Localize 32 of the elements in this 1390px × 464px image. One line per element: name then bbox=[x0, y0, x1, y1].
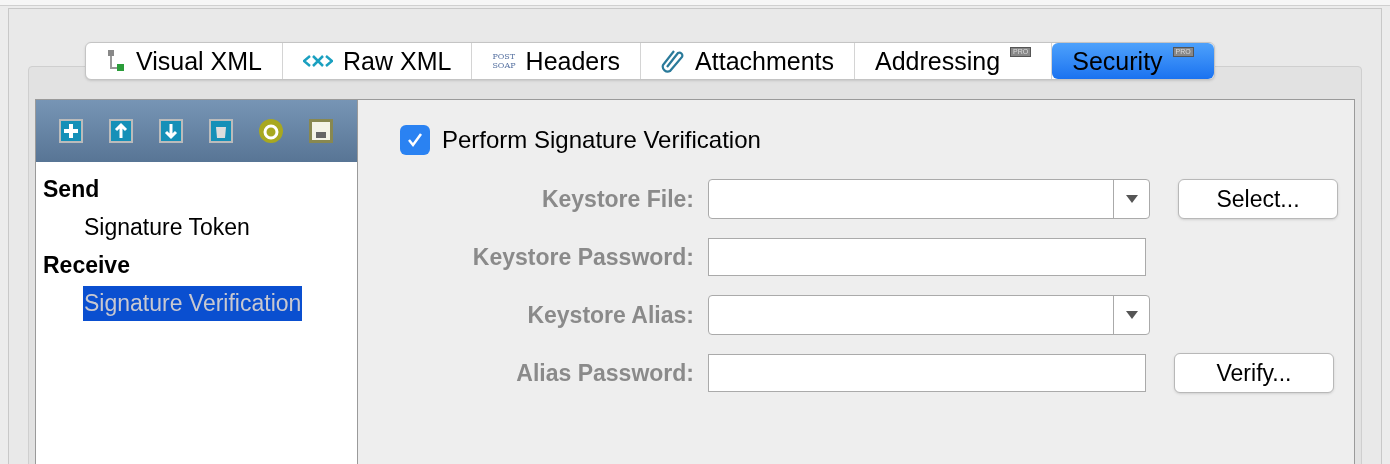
post-soap-icon: POST SOAP bbox=[492, 52, 516, 70]
tree-icon bbox=[106, 49, 126, 73]
input-field[interactable] bbox=[708, 354, 1146, 392]
refresh-icon[interactable] bbox=[258, 118, 284, 144]
checkbox[interactable] bbox=[400, 125, 430, 155]
field-label: Keystore File: bbox=[540, 184, 695, 214]
tree-item[interactable]: Signature Verification bbox=[83, 286, 303, 321]
checkbox-label: Perform Signature Verification bbox=[442, 125, 761, 155]
tree-group[interactable]: Send bbox=[36, 172, 357, 210]
tab[interactable]: Visual XML bbox=[86, 43, 283, 79]
dropdown[interactable] bbox=[708, 295, 1150, 335]
trash-icon[interactable] bbox=[208, 118, 234, 144]
down-arrow-icon[interactable] bbox=[158, 118, 184, 144]
tab[interactable]: Attachments bbox=[641, 43, 856, 79]
input-field[interactable] bbox=[708, 238, 1146, 276]
tab[interactable]: Raw XML bbox=[283, 43, 473, 79]
dropdown[interactable] bbox=[708, 179, 1150, 219]
caret-icon bbox=[1125, 311, 1138, 319]
check-icon bbox=[406, 131, 424, 149]
field-label: Keystore Password: bbox=[471, 242, 695, 272]
caret-icon bbox=[1125, 195, 1138, 203]
action-button[interactable]: Verify... bbox=[1174, 353, 1334, 393]
up-arrow-icon[interactable] bbox=[108, 118, 134, 144]
tree-group[interactable]: Receive bbox=[36, 248, 357, 286]
tab[interactable]: POST SOAP Headers bbox=[472, 43, 642, 79]
field-label: Alias Password: bbox=[515, 358, 695, 388]
code-icon bbox=[303, 54, 333, 68]
save-icon[interactable] bbox=[308, 118, 334, 144]
field-label: Keystore Alias: bbox=[526, 300, 695, 330]
action-button[interactable]: Select... bbox=[1178, 179, 1338, 219]
add-icon[interactable] bbox=[58, 118, 84, 144]
tree-item[interactable]: Signature Token bbox=[83, 210, 251, 245]
